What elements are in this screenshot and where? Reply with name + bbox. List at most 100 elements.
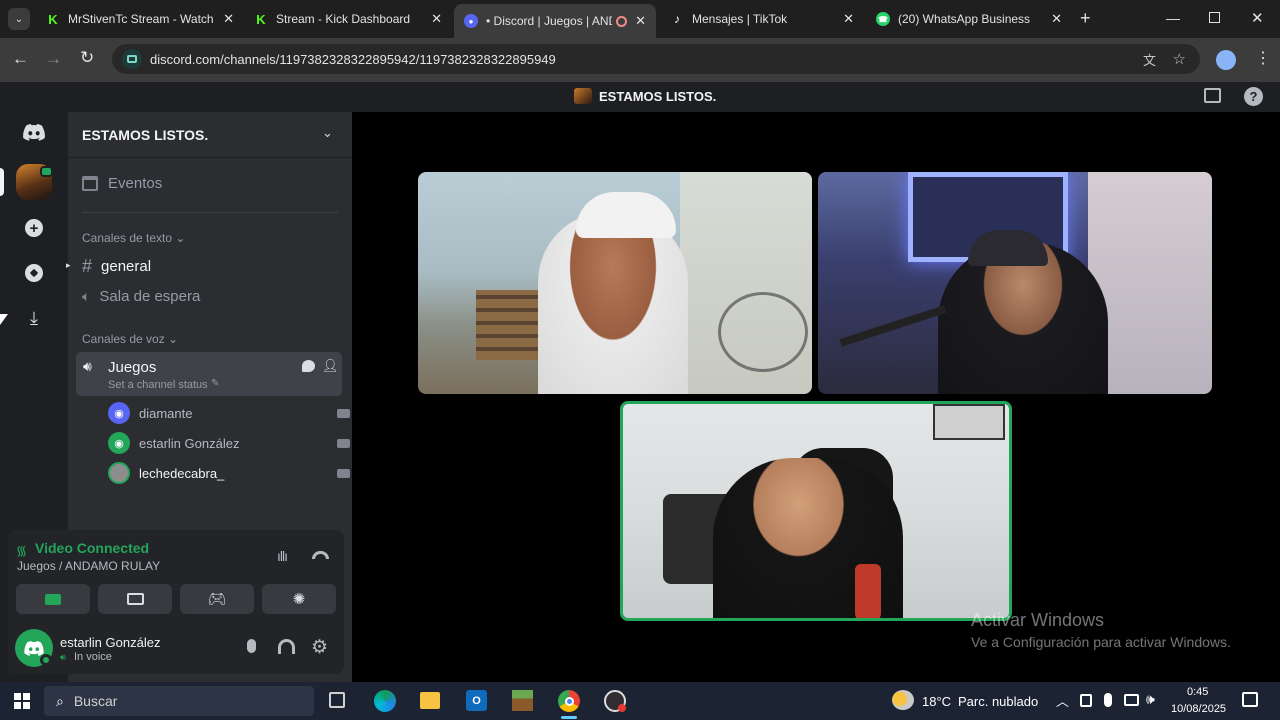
bookmark-star-icon[interactable]: ☆	[1173, 50, 1186, 68]
channel-status[interactable]: Set a channel status	[108, 379, 208, 391]
channel-general[interactable]: # general	[82, 256, 151, 277]
pencil-icon[interactable]: ✎	[211, 378, 219, 389]
close-window-button[interactable]: ✕	[1251, 9, 1264, 27]
avatar: ◉	[108, 402, 130, 424]
connection-status[interactable]: Video Connected	[35, 540, 149, 556]
text-channels-label: Canales de texto	[82, 231, 173, 245]
events-label: Eventos	[108, 175, 163, 192]
voice-member[interactable]: lechedecabra_	[108, 462, 350, 484]
network-icon[interactable]	[1124, 694, 1139, 706]
weather-text[interactable]: Parc. nublado	[958, 694, 1038, 709]
microphone-tray-icon[interactable]	[1104, 693, 1112, 707]
voice-member[interactable]: ◉ estarlin González	[108, 432, 350, 454]
file-explorer-icon[interactable]	[420, 692, 440, 709]
weather-temp[interactable]: 18°C	[922, 694, 951, 709]
video-tile[interactable]	[418, 172, 812, 394]
tray-app-icon[interactable]	[1080, 694, 1092, 707]
tab-whatsapp[interactable]: ☎ (20) WhatsApp Business ✕	[866, 4, 1072, 34]
tab-kick-watch[interactable]: K MrStivenTc Stream - Watch l ✕	[36, 4, 244, 34]
screen-share-button[interactable]	[98, 584, 172, 614]
back-icon[interactable]: ←	[12, 49, 29, 69]
video-person	[538, 212, 688, 394]
close-tab-icon[interactable]: ✕	[431, 11, 442, 27]
video-camera-icon	[45, 593, 61, 605]
add-server-icon[interactable]: +	[16, 210, 52, 246]
video-tile[interactable]	[818, 172, 1212, 394]
restore-button[interactable]	[1209, 12, 1220, 23]
voice-member[interactable]: ◉ diamante	[108, 402, 350, 424]
reload-icon[interactable]: ↻	[80, 48, 94, 68]
voice-channel-juegos[interactable]: 🔊︎ Juegos Set a channel status ✎ 👤︎	[76, 352, 342, 396]
channel-sala-de-espera[interactable]: 🔈︎ Sala de espera	[82, 288, 200, 305]
tab-search-button[interactable]: ⌄	[8, 8, 30, 30]
discord-icon: ●	[464, 14, 478, 28]
speaker-icon: 🔊︎	[60, 652, 66, 662]
avatar	[108, 462, 130, 484]
minimize-button[interactable]: —	[1166, 10, 1180, 26]
chrome-icon[interactable]	[558, 690, 580, 712]
connection-channel[interactable]: Juegos / ANDAMO RULAY	[17, 559, 160, 573]
windows-taskbar: ⌕ Buscar O 18°C Parc. nublado ︿ 🕪︎ 0:45 …	[0, 682, 1280, 720]
address-bar[interactable]: discord.com/channels/1197382328322895942…	[112, 44, 1200, 74]
user-name: estarlin González	[60, 635, 161, 650]
close-tab-icon[interactable]: ✕	[843, 11, 854, 27]
headphones-icon[interactable]	[278, 639, 295, 654]
server-header[interactable]: ESTAMOS LISTOS. ⌄	[68, 112, 352, 158]
help-icon[interactable]: ?	[1244, 87, 1263, 106]
chevron-down-icon: ⌄	[322, 125, 333, 140]
menu-icon[interactable]: ⋮	[1255, 48, 1271, 68]
close-tab-icon[interactable]: ✕	[635, 13, 646, 29]
clock-time[interactable]: 0:45	[1187, 686, 1208, 698]
sidebar-divider	[82, 212, 338, 213]
edge-icon[interactable]	[374, 690, 396, 712]
windows-start-icon[interactable]	[14, 693, 30, 709]
taskbar-search[interactable]: ⌕ Buscar	[44, 686, 314, 716]
volume-icon[interactable]: 🕪︎	[1146, 691, 1155, 708]
new-tab-button[interactable]: +	[1080, 8, 1091, 29]
text-channels-section[interactable]: Canales de texto ⌄	[82, 231, 185, 245]
tab-discord[interactable]: ● • Discord | Juegos | AND ✕	[454, 4, 656, 38]
microphone-icon[interactable]	[247, 639, 256, 653]
task-view-icon[interactable]	[329, 692, 345, 708]
invite-icon[interactable]: 👤︎	[322, 358, 339, 374]
channel-name: Juegos	[108, 359, 157, 376]
download-icon[interactable]: ⤓	[16, 300, 52, 336]
discord-home-icon[interactable]	[16, 114, 52, 150]
inbox-icon[interactable]	[1204, 88, 1221, 103]
soundboard-button[interactable]: ✺	[262, 584, 336, 614]
minecraft-icon[interactable]	[512, 690, 533, 711]
discord-title-bar: ESTAMOS LISTOS. ?	[0, 82, 1280, 112]
settings-gear-icon[interactable]: ⚙︎	[311, 636, 328, 659]
browser-tab-strip: ⌄ K MrStivenTc Stream - Watch l ✕ K Stre…	[0, 0, 1280, 38]
events-item[interactable]: Eventos	[82, 175, 162, 192]
explore-icon[interactable]	[16, 255, 52, 291]
weather-icon[interactable]	[892, 690, 914, 710]
screen-share-icon	[126, 593, 144, 605]
channel-name: Sala de espera	[99, 288, 201, 305]
whatsapp-icon: ☎	[876, 12, 890, 26]
site-info-icon[interactable]	[122, 49, 142, 69]
profile-icon[interactable]	[1216, 50, 1236, 70]
chat-icon[interactable]	[302, 360, 315, 372]
voice-channels-section[interactable]: Canales de voz ⌄	[82, 332, 178, 346]
chevron-up-icon[interactable]: ︿	[1056, 691, 1069, 710]
kick-icon: K	[256, 11, 266, 27]
close-tab-icon[interactable]: ✕	[1051, 11, 1062, 27]
clock-date[interactable]: 10/08/2025	[1171, 703, 1226, 715]
noise-suppression-icon[interactable]: ıllı	[277, 548, 288, 564]
voice-active-badge	[40, 166, 53, 177]
video-tile-speaking[interactable]	[620, 401, 1012, 621]
close-tab-icon[interactable]: ✕	[223, 11, 234, 27]
translate-icon[interactable]: 文	[1143, 50, 1156, 69]
tab-tiktok[interactable]: ♪ Mensajes | TikTok ✕	[660, 4, 864, 34]
notifications-icon[interactable]	[1242, 692, 1258, 707]
tiktok-icon: ♪	[674, 12, 680, 26]
tab-kick-dashboard[interactable]: K Stream - Kick Dashboard ✕	[244, 4, 452, 34]
disconnect-icon[interactable]	[312, 551, 329, 559]
avatar: ◉	[108, 432, 130, 454]
forward-icon[interactable]: →	[45, 49, 62, 69]
url-text: discord.com/channels/1197382328322895942…	[150, 51, 556, 67]
camera-button[interactable]	[16, 584, 90, 614]
outlook-icon[interactable]: O	[466, 690, 487, 711]
activities-button[interactable]: 🎮︎	[180, 584, 254, 614]
